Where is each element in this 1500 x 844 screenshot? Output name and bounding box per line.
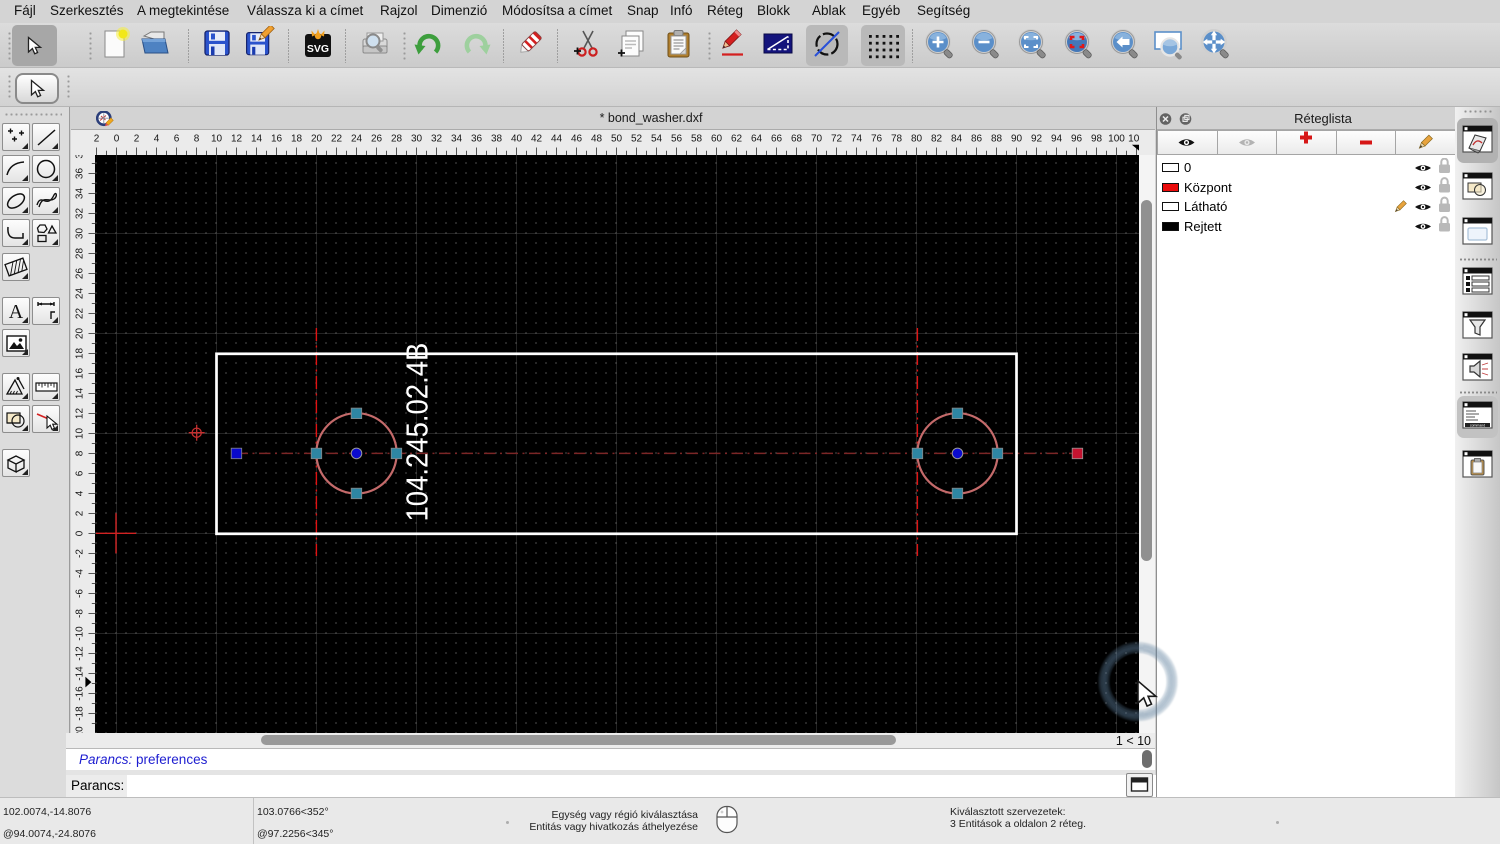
svg-text:4: 4: [75, 490, 86, 496]
svg-text:-10: -10: [75, 626, 86, 641]
svg-text:-18: -18: [75, 706, 86, 721]
svg-text:14: 14: [251, 134, 263, 145]
svg-text:34: 34: [451, 134, 463, 145]
svg-text:8: 8: [75, 450, 86, 456]
svg-text:40: 40: [511, 134, 523, 145]
svg-text:12: 12: [75, 408, 86, 420]
svg-text:46: 46: [571, 134, 583, 145]
svg-text:10: 10: [211, 134, 223, 145]
svg-text:76: 76: [871, 134, 883, 145]
svg-text:20: 20: [75, 328, 86, 340]
svg-text:-16: -16: [75, 686, 86, 701]
svg-text:50: 50: [611, 134, 623, 145]
svg-text:4: 4: [154, 134, 160, 145]
svg-text:74: 74: [851, 134, 863, 145]
svg-text:96: 96: [1071, 134, 1083, 145]
svg-text:16: 16: [271, 134, 283, 145]
svg-text:-6: -6: [75, 589, 86, 598]
svg-text:14: 14: [75, 388, 86, 400]
svg-text:12: 12: [231, 134, 243, 145]
svg-text:36: 36: [75, 168, 86, 180]
svg-text:Réteglista: Réteglista: [1294, 111, 1353, 126]
svg-text:command: command: [1470, 424, 1485, 428]
svg-text:30: 30: [411, 134, 423, 145]
svg-text:28: 28: [75, 248, 86, 260]
svg-text:24: 24: [75, 288, 86, 300]
svg-text:20: 20: [311, 134, 323, 145]
svg-text:104.245.02.4B: 104.245.02.4B: [401, 343, 435, 522]
svg-text:48: 48: [591, 134, 603, 145]
svg-text:90: 90: [1011, 134, 1023, 145]
svg-text:10: 10: [75, 428, 86, 440]
svg-text:22: 22: [331, 134, 343, 145]
svg-text:22: 22: [75, 308, 86, 320]
svg-text:18: 18: [291, 134, 303, 145]
svg-text:82: 82: [931, 134, 943, 145]
svg-text:52: 52: [631, 134, 643, 145]
svg-text:88: 88: [991, 134, 1003, 145]
svg-text:A: A: [9, 301, 24, 323]
svg-text:-12: -12: [75, 646, 86, 661]
svg-text:38: 38: [491, 134, 503, 145]
svg-text:34: 34: [75, 188, 86, 200]
svg-text:44: 44: [551, 134, 563, 145]
svg-text:86: 86: [971, 134, 983, 145]
svg-text:26: 26: [371, 134, 383, 145]
svg-text:80: 80: [911, 134, 923, 145]
svg-text:-4: -4: [75, 569, 86, 578]
svg-text:8: 8: [194, 134, 200, 145]
svg-text:66: 66: [771, 134, 783, 145]
svg-text:0: 0: [75, 530, 86, 536]
svg-text:32: 32: [431, 134, 443, 145]
svg-text:100: 100: [1108, 134, 1125, 145]
svg-text:98: 98: [1091, 134, 1103, 145]
svg-text:102: 102: [1128, 134, 1139, 145]
svg-text:94: 94: [1051, 134, 1063, 145]
svg-text:70: 70: [811, 134, 823, 145]
svg-text:6: 6: [174, 134, 180, 145]
svg-text:64: 64: [751, 134, 763, 145]
svg-text:6: 6: [75, 470, 86, 476]
svg-text:30: 30: [75, 228, 86, 240]
svg-text:28: 28: [391, 134, 403, 145]
svg-text:0: 0: [114, 134, 120, 145]
svg-text:2: 2: [134, 134, 140, 145]
svg-text:-20: -20: [75, 726, 86, 733]
svg-text:2: 2: [94, 134, 100, 145]
svg-text:26: 26: [75, 268, 86, 280]
svg-text:2: 2: [75, 510, 86, 516]
svg-text:42: 42: [531, 134, 543, 145]
svg-text:92: 92: [1031, 134, 1043, 145]
svg-text:36: 36: [471, 134, 483, 145]
svg-text:-8: -8: [75, 609, 86, 618]
svg-text:24: 24: [351, 134, 363, 145]
svg-text:32: 32: [75, 208, 86, 220]
svg-text:16: 16: [75, 368, 86, 380]
svg-text:56: 56: [671, 134, 683, 145]
svg-text:54: 54: [651, 134, 663, 145]
svg-text:78: 78: [891, 134, 903, 145]
svg-text:58: 58: [691, 134, 703, 145]
svg-text:38: 38: [75, 155, 86, 159]
svg-text:72: 72: [831, 134, 843, 145]
svg-text:60: 60: [711, 134, 723, 145]
svg-text:-2: -2: [75, 549, 86, 558]
svg-text:84: 84: [951, 134, 963, 145]
svg-text:SVG: SVG: [307, 43, 329, 55]
svg-text:62: 62: [731, 134, 743, 145]
svg-text:-14: -14: [75, 666, 86, 681]
svg-text:18: 18: [75, 348, 86, 360]
svg-text:68: 68: [791, 134, 803, 145]
